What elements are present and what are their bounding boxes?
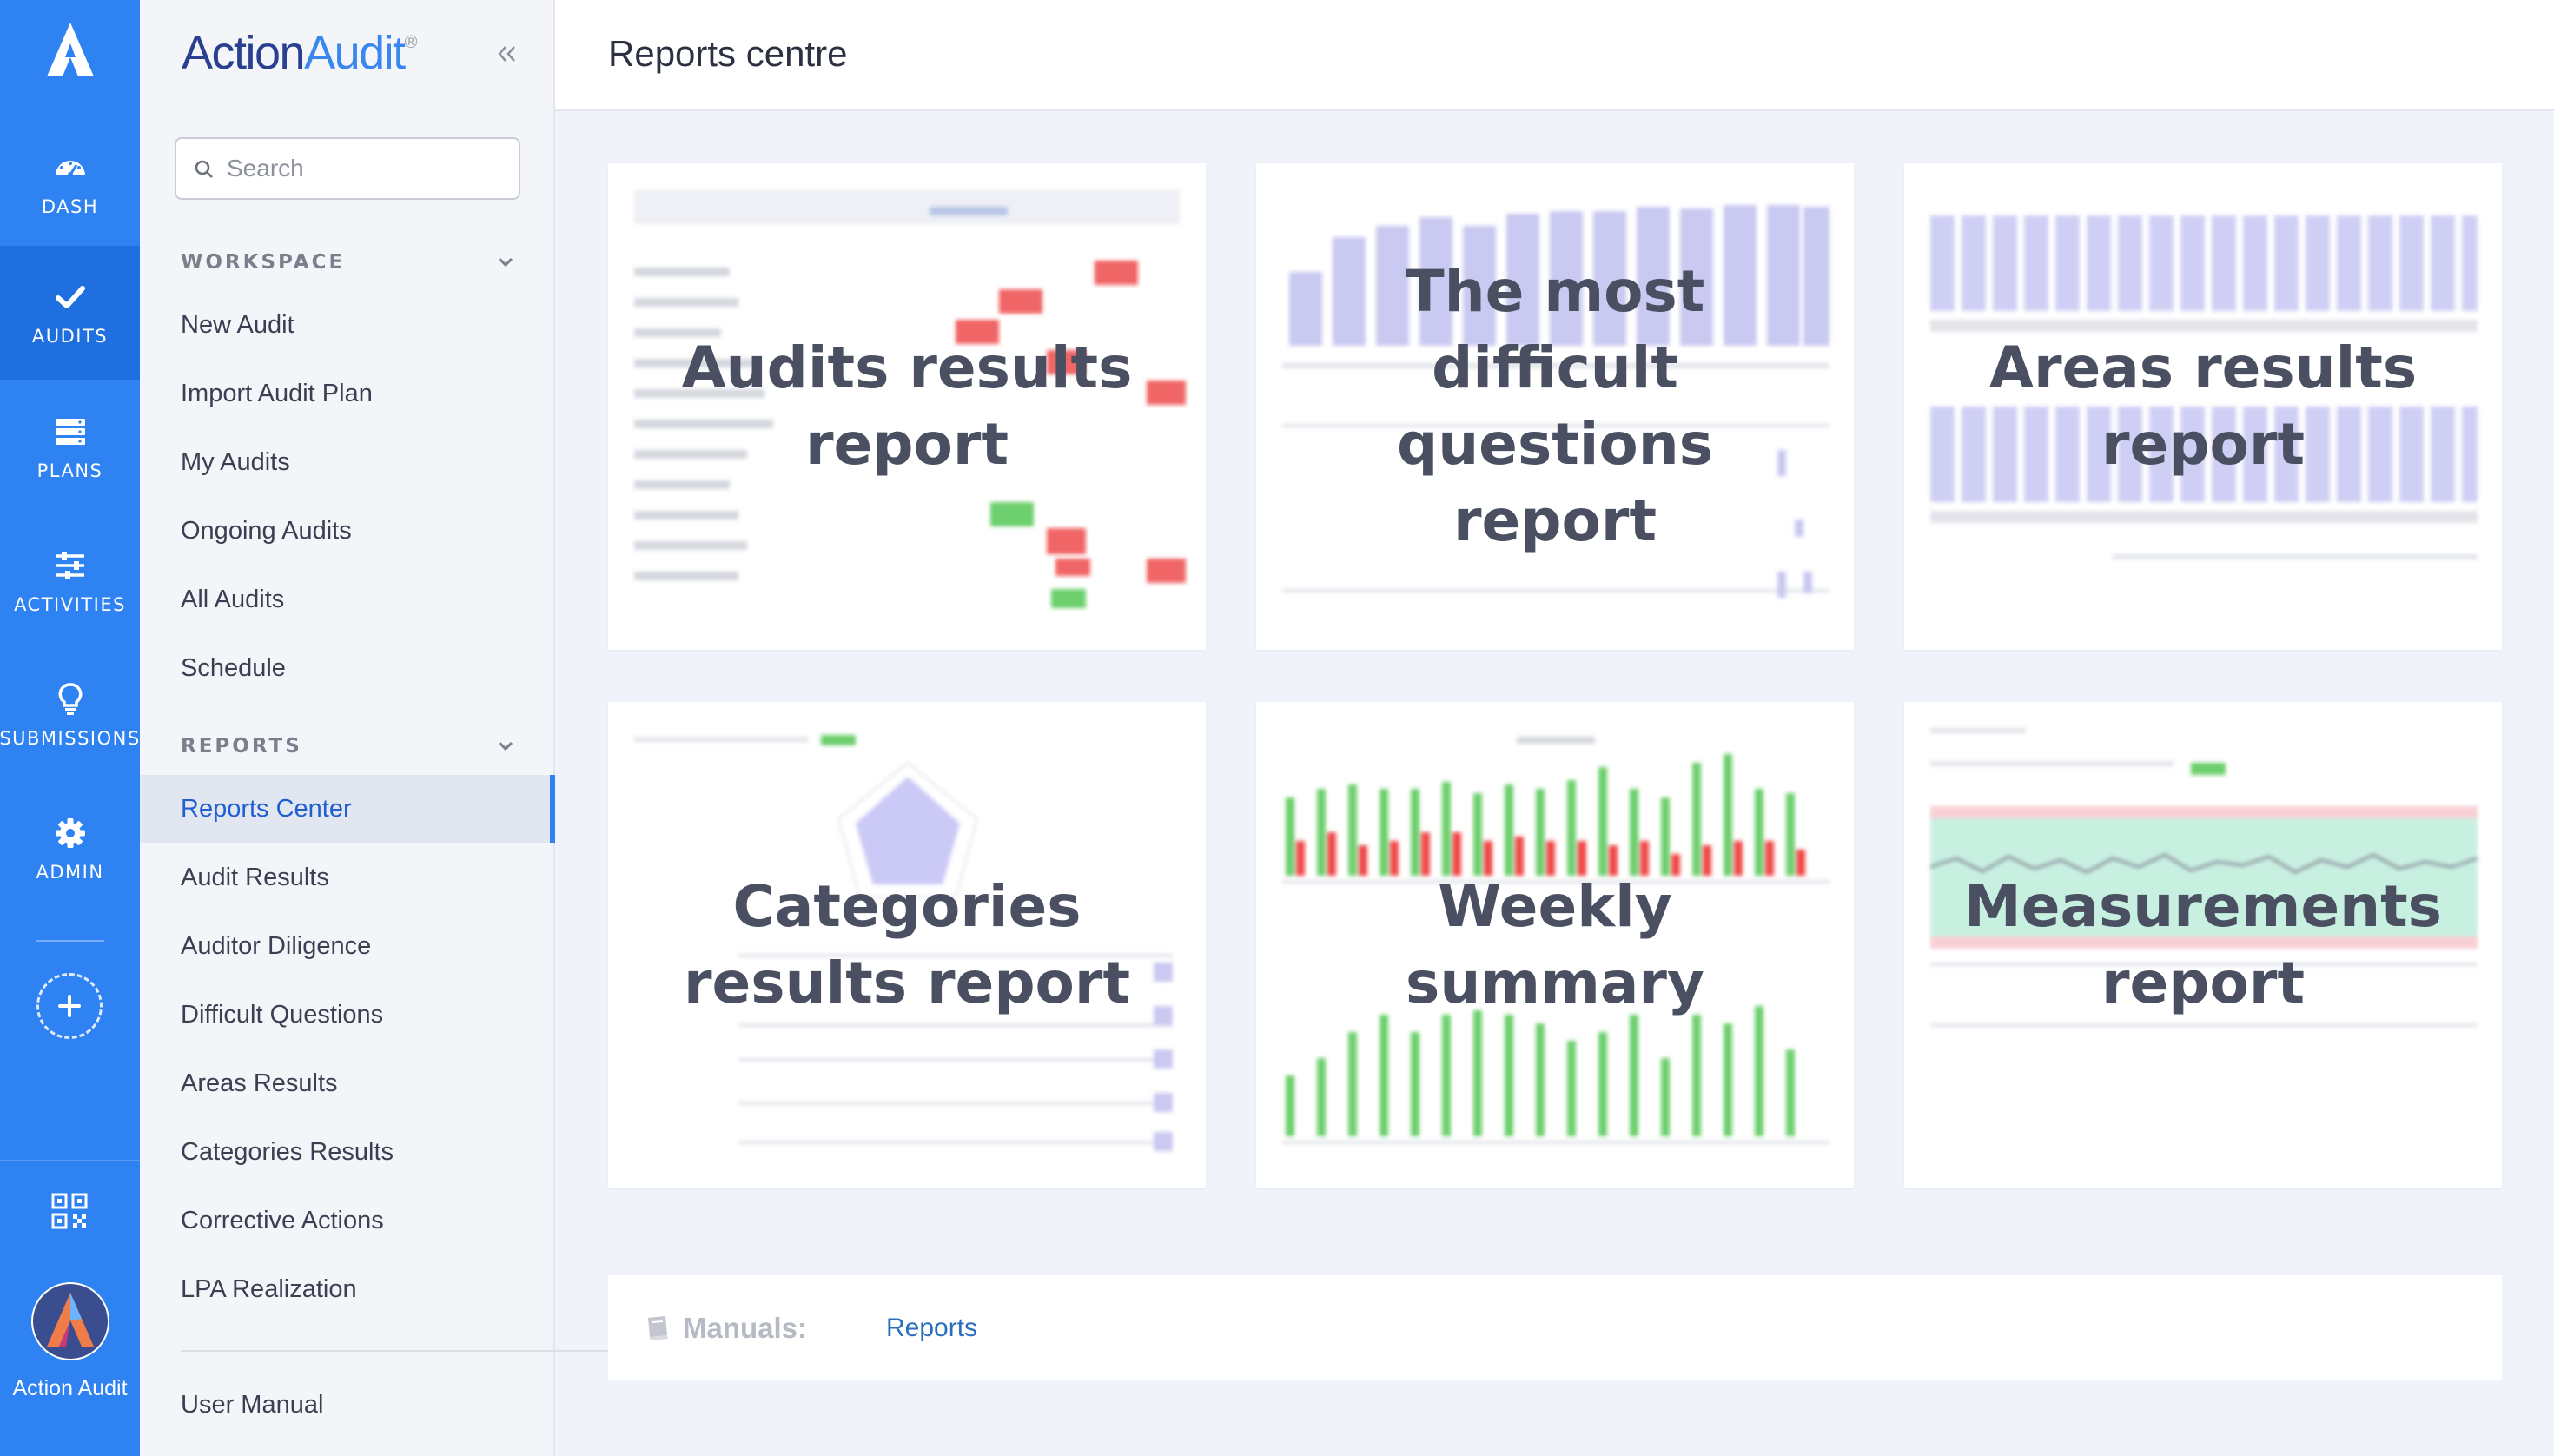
brand-logo[interactable]: ActionAudit® bbox=[182, 26, 417, 80]
card-title-difficult-questions: The most difficult questions report bbox=[1396, 258, 1714, 554]
menu-item-ongoing-audits[interactable]: Ongoing Audits bbox=[140, 497, 555, 565]
report-card-measurements[interactable]: Measurements report bbox=[1904, 702, 2502, 1188]
checkmark-icon bbox=[55, 286, 85, 308]
menu-item-user-manual[interactable]: User Manual bbox=[140, 1371, 555, 1439]
icon-rail: DASH AUDITS PLANS ACTIVITIES SUBMISSIONS… bbox=[0, 0, 140, 1456]
report-card-audits-results[interactable]: Audits results report bbox=[608, 163, 1206, 650]
card-title-weekly-summary: Weekly summary bbox=[1406, 873, 1704, 1016]
menu-item-new-audit[interactable]: New Audit bbox=[140, 291, 555, 359]
rail-label-admin: ADMIN bbox=[36, 862, 104, 883]
report-card-weekly-summary[interactable]: Weekly summary bbox=[1256, 702, 1854, 1188]
rail-label-submissions: SUBMISSIONS bbox=[0, 728, 141, 749]
rail-audits[interactable]: AUDITS bbox=[0, 246, 140, 380]
rail-submissions[interactable]: SUBMISSIONS bbox=[0, 648, 140, 782]
book-icon bbox=[648, 1316, 668, 1340]
menu-item-my-audits[interactable]: My Audits bbox=[140, 428, 555, 496]
menu-item-difficult-questions[interactable]: Difficult Questions bbox=[140, 981, 555, 1049]
rail-admin[interactable]: ADMIN bbox=[0, 782, 140, 916]
registered-mark: ® bbox=[404, 33, 418, 52]
menu-item-schedule[interactable]: Schedule bbox=[140, 634, 555, 702]
menu-item-categories-results[interactable]: Categories Results bbox=[140, 1118, 555, 1186]
menu-item-all-audits[interactable]: All Audits bbox=[140, 566, 555, 633]
card-title-audits-results: Audits results report bbox=[681, 334, 1133, 478]
search-input[interactable] bbox=[227, 155, 505, 182]
report-card-difficult-questions[interactable]: The most difficult questions report bbox=[1256, 163, 1854, 650]
rail-plans[interactable]: PLANS bbox=[0, 381, 140, 514]
avatar[interactable] bbox=[31, 1282, 109, 1360]
card-title-categories-results: Categories results report bbox=[683, 873, 1130, 1016]
menu-item-import-audit-plan[interactable]: Import Audit Plan bbox=[140, 360, 555, 427]
search-icon bbox=[195, 160, 213, 178]
qr-code-icon[interactable] bbox=[50, 1192, 89, 1230]
rail-label-plans: PLANS bbox=[36, 460, 103, 481]
app-logo-icon[interactable] bbox=[0, 19, 140, 97]
dashboard-gauge-icon bbox=[55, 161, 85, 177]
manuals-bar: Manuals: Reports bbox=[608, 1275, 2502, 1380]
brand-part-1: Action bbox=[182, 27, 306, 79]
menu-item-corrective-actions[interactable]: Corrective Actions bbox=[140, 1187, 555, 1254]
rail-label-dash: DASH bbox=[41, 196, 99, 217]
card-title-areas-results: Areas results report bbox=[1988, 334, 2418, 478]
page-title: Reports centre bbox=[608, 33, 848, 74]
menu-item-areas-results[interactable]: Areas Results bbox=[140, 1049, 555, 1117]
gear-icon bbox=[55, 818, 85, 848]
stack-icon bbox=[55, 419, 85, 445]
reports-section-title: REPORTS bbox=[181, 735, 302, 758]
lightbulb-icon bbox=[58, 683, 82, 715]
workspace-section-header[interactable]: WORKSPACE bbox=[181, 245, 528, 280]
top-bar: Reports centre bbox=[555, 0, 2554, 111]
manuals-reports-link[interactable]: Reports bbox=[886, 1314, 977, 1343]
brand-part-2: Audit bbox=[304, 27, 406, 79]
menu-item-audit-results[interactable]: Audit Results bbox=[140, 844, 555, 911]
menu-item-reports-center[interactable]: Reports Center bbox=[140, 775, 555, 843]
menu-item-auditor-diligence[interactable]: Auditor Diligence bbox=[140, 912, 555, 980]
chevron-down-icon bbox=[498, 257, 513, 268]
workspace-section-title: WORKSPACE bbox=[181, 251, 346, 274]
card-title-measurements: Measurements report bbox=[1964, 873, 2442, 1016]
search-box bbox=[175, 137, 520, 200]
rail-activities[interactable]: ACTIVITIES bbox=[0, 514, 140, 648]
manuals-label: Manuals: bbox=[683, 1312, 808, 1344]
side-menu: ActionAudit® WORKSPACE New Audit Import … bbox=[140, 0, 652, 1456]
rail-divider bbox=[36, 940, 104, 942]
rail-bottom-divider bbox=[0, 1160, 140, 1161]
collapse-chevrons-icon[interactable] bbox=[491, 38, 522, 69]
report-card-areas-results[interactable]: Areas results report bbox=[1904, 163, 2502, 650]
add-icon[interactable] bbox=[36, 973, 103, 1039]
menu-item-lpa-realization[interactable]: LPA Realization bbox=[140, 1255, 555, 1323]
user-name: Action Audit bbox=[12, 1376, 128, 1400]
report-card-categories-results[interactable]: Categories results report bbox=[608, 702, 1206, 1188]
rail-dash[interactable]: DASH bbox=[0, 116, 140, 250]
rail-label-audits: AUDITS bbox=[31, 326, 109, 347]
reports-section-header[interactable]: REPORTS bbox=[181, 729, 528, 764]
menu-divider bbox=[181, 1350, 652, 1352]
chevron-down-icon bbox=[498, 741, 513, 751]
rail-label-activities: ACTIVITIES bbox=[14, 594, 126, 615]
sliders-icon bbox=[56, 552, 84, 579]
